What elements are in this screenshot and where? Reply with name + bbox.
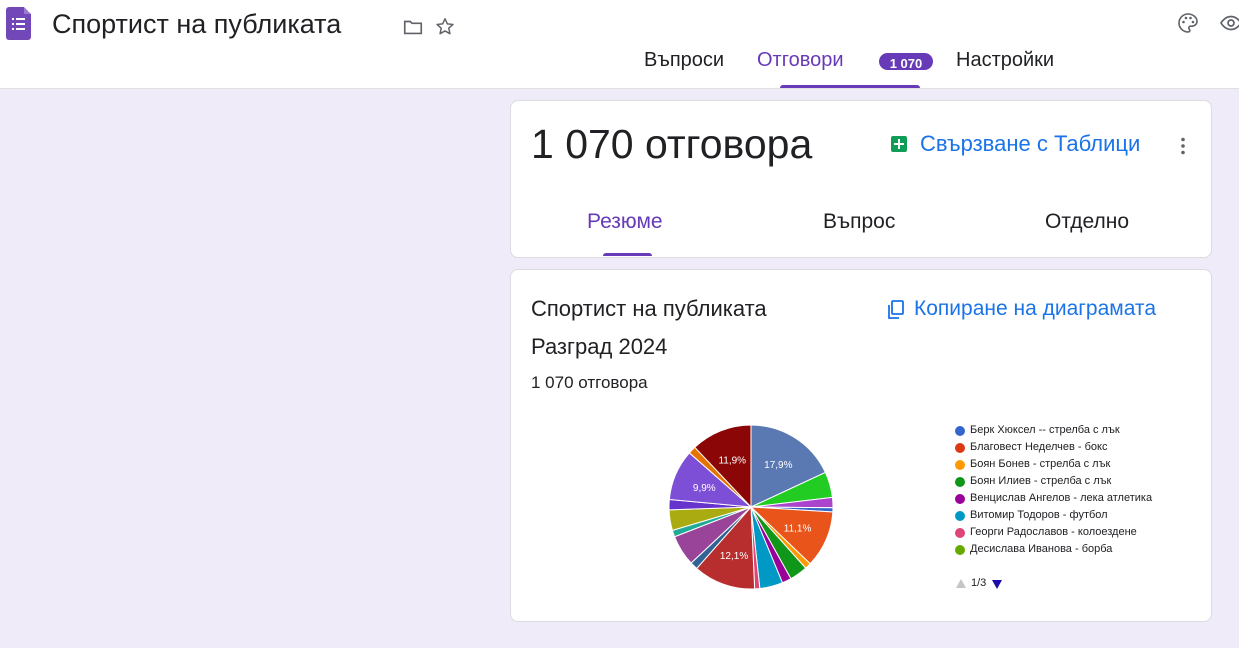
folder-icon[interactable] — [402, 16, 424, 38]
legend-dot — [955, 443, 965, 453]
legend-dot — [955, 511, 965, 521]
copy-icon — [888, 300, 904, 319]
tab-question[interactable]: Въпрос — [823, 210, 895, 234]
legend-label: Благовест Неделчев - бокс — [970, 441, 1108, 453]
legend-label: Десислава Иванова - борба — [970, 543, 1113, 555]
triangle-down-icon[interactable] — [991, 578, 1003, 590]
legend-dot — [955, 477, 965, 487]
tab-settings[interactable]: Настройки — [956, 49, 1054, 72]
responses-summary-card: 1 070 отговора Свързване с Таблици Резюм… — [510, 100, 1212, 258]
legend-page-indicator: 1/3 — [971, 577, 987, 589]
legend-label: Венцислав Ангелов - лека атлетика — [970, 492, 1153, 504]
form-title[interactable]: Спортист на публиката — [52, 9, 341, 40]
top-bar: Спортист на публиката Въпроси Отговори 1… — [0, 0, 1239, 89]
question-response-count: 1 070 отговора — [531, 373, 648, 392]
active-tab-indicator — [780, 85, 920, 88]
slice-percent-label: 11,1% — [784, 523, 812, 534]
response-count-heading: 1 070 отговора — [531, 121, 813, 167]
slice-percent-label: 17,9% — [764, 460, 792, 471]
legend-label: Георги Радославов - колоездене — [970, 526, 1137, 538]
forms-app-icon[interactable] — [6, 7, 31, 40]
sheets-icon — [891, 136, 907, 152]
legend-dot — [955, 545, 965, 555]
copy-chart-label: Копиране на диаграмата — [914, 297, 1156, 320]
legend-dot — [955, 426, 965, 436]
legend-label: Берк Хюксел -- стрелба с лък — [970, 424, 1120, 436]
more-options-icon[interactable] — [1171, 134, 1195, 158]
palette-icon[interactable] — [1176, 11, 1200, 35]
eye-icon[interactable] — [1219, 11, 1239, 35]
legend-label: Витомир Тодоров - футбол — [970, 509, 1108, 521]
tab-individual[interactable]: Отделно — [1045, 210, 1129, 234]
question-summary-card: Спортист на публиката Разград 2024 Копир… — [510, 269, 1212, 622]
triangle-up-icon — [956, 579, 966, 588]
responses-count-badge: 1 070 — [879, 53, 933, 70]
tab-questions[interactable]: Въпроси — [644, 49, 724, 72]
tab-responses[interactable]: Отговори — [757, 49, 844, 72]
main-tabs: Въпроси Отговори 1 070 Настройки — [0, 44, 1239, 88]
link-to-sheets-label: Свързване с Таблици — [920, 131, 1141, 156]
active-subtab-indicator — [603, 253, 652, 256]
legend-dot — [955, 528, 965, 538]
question-title: Спортист на публиката Разград 2024 — [531, 296, 767, 359]
tab-summary[interactable]: Резюме — [587, 210, 663, 234]
legend-dot — [955, 494, 965, 504]
pie-chart: 17,9% 11,1% 12,1% 9,9% 11,9% — [668, 424, 834, 590]
slice-percent-label: 12,1% — [720, 551, 748, 562]
legend-label: Боян Илиев - стрелба с лък — [970, 475, 1112, 487]
legend-dot — [955, 460, 965, 470]
slice-percent-label: 11,9% — [718, 456, 746, 467]
legend-label: Боян Бонев - стрелба с лък — [970, 458, 1111, 470]
slice-percent-label: 9,9% — [693, 483, 716, 494]
star-icon[interactable] — [434, 16, 456, 38]
